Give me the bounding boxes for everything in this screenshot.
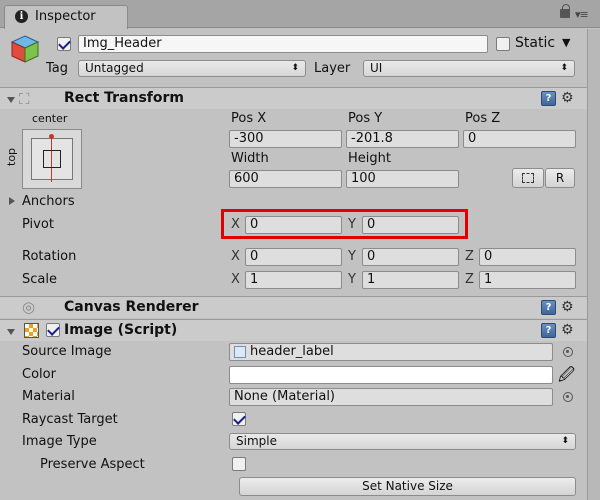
- pos-x-field[interactable]: -300: [229, 130, 342, 148]
- gear-icon[interactable]: ⚙: [561, 91, 574, 105]
- static-dropdown-icon[interactable]: ▼: [562, 36, 570, 49]
- gameobject-cube-icon: [10, 34, 40, 64]
- tag-dropdown[interactable]: Untagged ⬍: [78, 60, 306, 77]
- rect-transform-title: Rect Transform: [64, 90, 185, 106]
- layer-label: Layer: [314, 61, 351, 76]
- gear-icon[interactable]: ⚙: [561, 323, 574, 337]
- blueprint-icon: [522, 173, 534, 183]
- scale-label: Scale: [22, 272, 57, 287]
- material-field[interactable]: None (Material): [229, 388, 553, 406]
- blueprint-mode-button[interactable]: [512, 168, 544, 188]
- scale-y-axis-label: Y: [348, 272, 356, 287]
- static-label: Static: [515, 35, 556, 51]
- height-field[interactable]: 100: [346, 170, 459, 188]
- pos-x-label: Pos X: [231, 111, 267, 126]
- anchor-presets-button[interactable]: [22, 129, 82, 189]
- object-picker-icon[interactable]: [563, 347, 573, 357]
- tag-value: Untagged: [85, 61, 144, 75]
- rotation-y-field[interactable]: 0: [362, 248, 459, 266]
- scale-x-axis-label: X: [231, 272, 240, 287]
- pos-z-field[interactable]: 0: [463, 130, 576, 148]
- raycast-target-checkbox[interactable]: [232, 412, 246, 426]
- preserve-aspect-checkbox[interactable]: [232, 457, 246, 471]
- image-type-label: Image Type: [22, 434, 97, 449]
- source-image-label: Source Image: [22, 344, 112, 359]
- source-image-value: header_label: [250, 344, 334, 359]
- width-field[interactable]: 600: [229, 170, 342, 188]
- dropdown-arrows-icon: ⬍: [561, 436, 569, 446]
- help-icon[interactable]: ?: [541, 91, 556, 106]
- dropdown-arrows-icon: ⬍: [560, 63, 568, 73]
- anchor-horizontal-label: center: [32, 112, 68, 125]
- static-checkbox[interactable]: [496, 37, 510, 51]
- image-type-dropdown[interactable]: Simple ⬍: [229, 433, 576, 450]
- rect-transform-icon: ⛶: [19, 90, 30, 108]
- width-label: Width: [231, 151, 269, 166]
- pos-z-label: Pos Z: [465, 111, 501, 126]
- set-native-size-button[interactable]: Set Native Size: [239, 477, 576, 496]
- rotation-z-field[interactable]: 0: [479, 248, 576, 266]
- height-label: Height: [348, 151, 391, 166]
- raycast-target-label: Raycast Target: [22, 412, 118, 427]
- rotation-z-axis-label: Z: [465, 249, 474, 264]
- eyedropper-icon[interactable]: 🖉: [558, 364, 575, 391]
- layer-value: UI: [370, 61, 383, 75]
- image-script-title: Image (Script): [64, 322, 178, 338]
- lock-icon[interactable]: [560, 4, 570, 18]
- anchor-vertical-label: top: [5, 147, 18, 166]
- rotation-x-field[interactable]: 0: [245, 248, 342, 266]
- layer-dropdown[interactable]: UI ⬍: [363, 60, 575, 77]
- inspector-tab-title: Inspector: [35, 9, 96, 24]
- rotation-label: Rotation: [22, 249, 77, 264]
- image-component-icon: [24, 323, 39, 338]
- preserve-aspect-label: Preserve Aspect: [40, 457, 145, 472]
- image-enabled-checkbox[interactable]: [46, 323, 60, 337]
- anchor-rect-icon: [43, 150, 61, 168]
- color-field[interactable]: [229, 366, 553, 384]
- canvas-renderer-icon: ◎: [22, 298, 36, 316]
- source-image-field[interactable]: header_label: [229, 343, 553, 361]
- canvas-renderer-title: Canvas Renderer: [64, 299, 199, 315]
- image-type-value: Simple: [236, 434, 277, 448]
- pos-y-field[interactable]: -201.8: [346, 130, 459, 148]
- vertical-scrollbar[interactable]: [587, 29, 600, 500]
- raw-edit-button[interactable]: R: [545, 168, 575, 188]
- object-picker-icon[interactable]: [563, 392, 573, 402]
- anchors-label[interactable]: Anchors: [22, 194, 75, 209]
- foldout-open-icon[interactable]: [7, 329, 15, 335]
- scale-y-field[interactable]: 1: [362, 271, 459, 289]
- anchor-point-icon: [49, 134, 54, 139]
- inspector-tabbar: i Inspector ▾≡: [0, 0, 600, 29]
- canvas-renderer-header[interactable]: ◎ Canvas Renderer ? ⚙: [0, 296, 600, 318]
- rotation-y-axis-label: Y: [348, 249, 356, 264]
- tag-label: Tag: [46, 61, 69, 76]
- info-icon: i: [15, 10, 28, 23]
- help-icon[interactable]: ?: [541, 323, 556, 338]
- scale-x-field[interactable]: 1: [245, 271, 342, 289]
- gameobject-name-field[interactable]: Img_Header: [78, 35, 488, 53]
- scale-z-field[interactable]: 1: [479, 271, 576, 289]
- pos-y-label: Pos Y: [348, 111, 383, 126]
- inspector-tab[interactable]: i Inspector: [4, 5, 128, 29]
- dropdown-arrows-icon: ⬍: [291, 63, 299, 73]
- help-icon[interactable]: ?: [541, 300, 556, 315]
- rotation-x-axis-label: X: [231, 249, 240, 264]
- material-label: Material: [22, 389, 75, 404]
- rect-transform-header[interactable]: ⛶ Rect Transform ? ⚙: [0, 87, 600, 109]
- scale-z-axis-label: Z: [465, 272, 474, 287]
- foldout-open-icon[interactable]: [7, 97, 15, 103]
- pivot-highlight-box: [221, 209, 468, 239]
- pivot-label: Pivot: [22, 217, 54, 232]
- gear-icon[interactable]: ⚙: [561, 300, 574, 314]
- image-script-header[interactable]: Image (Script) ? ⚙: [0, 319, 600, 341]
- anchors-foldout-icon[interactable]: [9, 197, 15, 205]
- color-label: Color: [22, 367, 56, 382]
- sprite-icon: [234, 346, 246, 358]
- menu-icon[interactable]: ▾≡: [575, 8, 589, 21]
- gameobject-active-checkbox[interactable]: [57, 37, 71, 51]
